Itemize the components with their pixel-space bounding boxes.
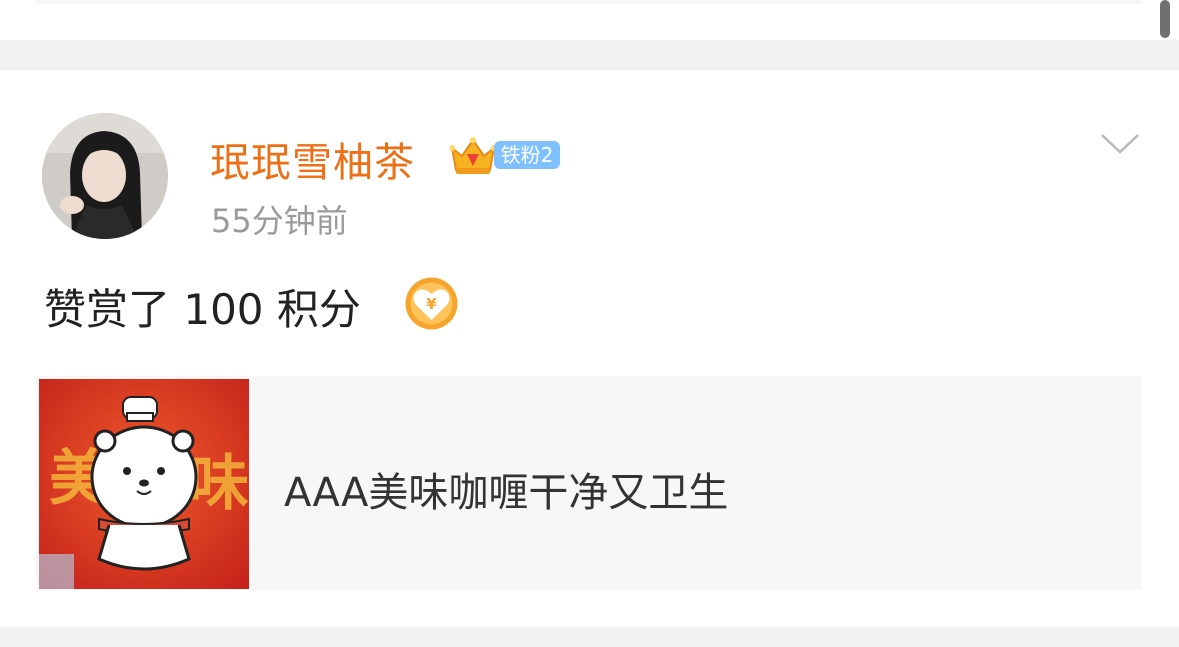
- thumb-text-right: 味: [189, 449, 249, 519]
- scrollbar[interactable]: [1160, 0, 1170, 38]
- post-text: 赞赏了 100 积分: [44, 285, 361, 334]
- svg-text:¥: ¥: [426, 295, 437, 313]
- yuan-heart-icon: ¥: [405, 277, 458, 330]
- username[interactable]: 珉珉雪柚茶: [210, 130, 415, 188]
- feed-separator: [0, 40, 1179, 70]
- previous-post-card: [0, 0, 1179, 40]
- post-time: 55分钟前: [211, 202, 348, 240]
- bear-chef-illustration: 美 味: [39, 379, 249, 589]
- previous-post-footer: [36, 0, 1142, 4]
- fan-level-label: 铁粉2: [494, 141, 560, 169]
- post-card: 珉珉雪柚茶 铁粉2 55分钟前 赞赏了 100 积分 ¥ 美 味 AAA美味咖喱…: [0, 70, 1179, 627]
- fan-badge[interactable]: 铁粉2: [450, 134, 562, 176]
- feed-page: 珉珉雪柚茶 铁粉2 55分钟前 赞赏了 100 积分 ¥ 美 味 AAA美味咖喱…: [0, 0, 1179, 647]
- avatar[interactable]: [42, 113, 168, 239]
- chevron-down-icon[interactable]: [1100, 132, 1140, 156]
- avatar-image: [42, 113, 168, 239]
- link-card[interactable]: 美 味 AAA美味咖喱干净又卫生: [36, 376, 1142, 590]
- feed-separator-bottom: [0, 627, 1179, 647]
- link-card-thumbnail: 美 味: [39, 379, 249, 589]
- crown-icon: [450, 137, 496, 174]
- link-card-title: AAA美味咖喱干净又卫生: [284, 470, 729, 516]
